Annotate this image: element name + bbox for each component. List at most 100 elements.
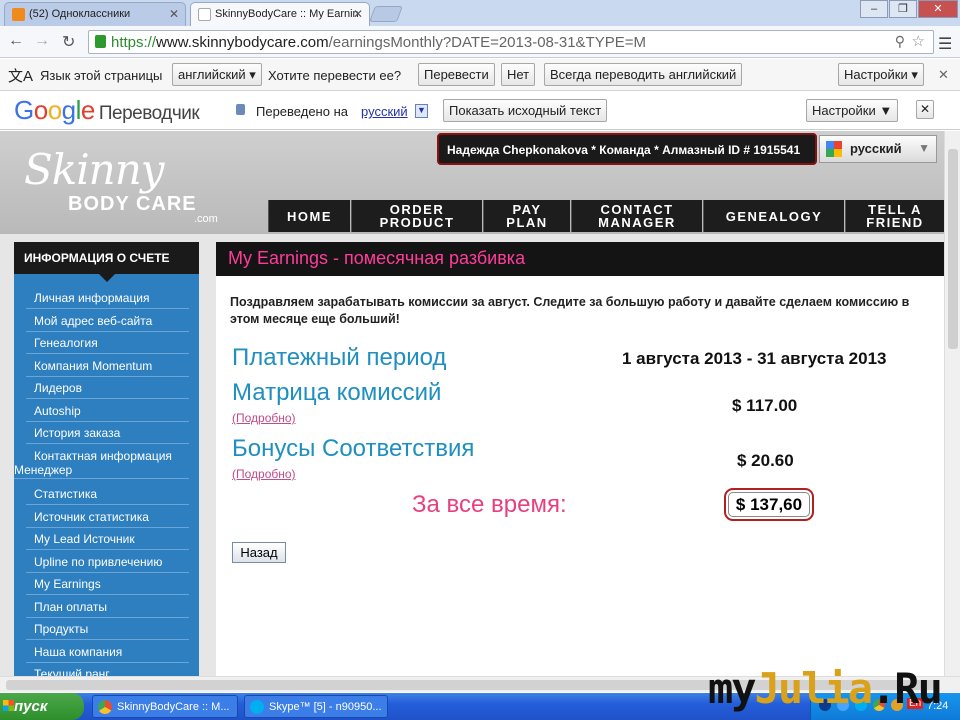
close-translate-bar-button[interactable]: ✕: [916, 100, 935, 119]
chevron-down-icon: ▼: [918, 141, 930, 155]
tab-skinnybodycare[interactable]: SkinnyBodyCare :: My Earnin ✕: [190, 2, 370, 26]
total-value: $ 137,60: [724, 488, 814, 521]
period-value: 1 августа 2013 - 31 августа 2013: [622, 349, 887, 368]
chevron-down-icon[interactable]: ▼: [415, 104, 428, 118]
skinnybodycare-logo[interactable]: Skinny BODY CARE .com: [24, 145, 218, 225]
sidebar-item-source-statistics[interactable]: Источник статистика: [26, 506, 189, 528]
google-logo: Google: [14, 95, 95, 125]
back-button[interactable]: Назад: [232, 542, 286, 563]
address-bar[interactable]: https://www.skinnybodycare.com/earningsM…: [88, 30, 934, 54]
taskbar-item-browser[interactable]: SkinnyBodyCare :: M...: [92, 695, 238, 718]
url-path: /earningsMonthly?DATE=2013-08-31&TYPE=M: [328, 34, 646, 51]
tab-label: (52) Одноклассники: [29, 8, 131, 20]
sidebar-item-products[interactable]: Продукты: [26, 618, 189, 640]
new-tab-button[interactable]: [369, 6, 403, 22]
start-button[interactable]: пуск: [0, 693, 84, 720]
tab-odnoklassniki[interactable]: (52) Одноклассники ✕: [4, 2, 186, 26]
sidebar-item-genealogy[interactable]: Генеалогия: [26, 332, 189, 354]
translate-settings-button[interactable]: Настройки ▾: [838, 63, 924, 86]
earnings-panel: My Earnings - помесячная разбивка Поздра…: [216, 242, 944, 676]
translate-product: Переводчик: [98, 103, 200, 124]
matrix-details-link[interactable]: (Подробно): [232, 411, 296, 425]
always-translate-button[interactable]: Всегда переводить английский: [544, 63, 743, 86]
windows-logo-icon: [3, 700, 14, 711]
url-scheme: https://: [111, 34, 157, 51]
main-nav: HOME ORDER PRODUCT PAY PLAN CONTACT MANAGER…: [268, 200, 944, 232]
translate-question: Язык этой страницы: [40, 68, 163, 83]
sidebar-item-contact-manager[interactable]: Контактная информация Менеджер: [14, 445, 189, 479]
show-original-button[interactable]: Показать исходный текст: [443, 99, 608, 122]
site-header: Skinny BODY CARE .com Надежда Chepkonako…: [0, 131, 944, 234]
google-translate-logo: Google Переводчик: [14, 95, 200, 126]
translate-infobar: 文A Язык этой страницы английский ▾ Хотит…: [0, 59, 960, 91]
maximize-button[interactable]: ❐: [889, 0, 917, 18]
lock-icon: [236, 104, 245, 115]
url-host: www.skinnybodycare.com: [156, 34, 329, 51]
translated-to-label: Переведено на: [256, 104, 348, 119]
bookmark-star-icon[interactable]: ☆: [912, 32, 925, 50]
nav-genealogy[interactable]: GENEALOGY: [703, 200, 844, 232]
matrix-label: Матрица комиссий: [232, 379, 442, 406]
browser-tab-bar: (52) Одноклассники ✕ SkinnyBodyCare :: M…: [0, 0, 960, 26]
close-tab-icon[interactable]: ✕: [353, 7, 363, 21]
nav-tell-a-friend[interactable]: TELL A FRIEND: [845, 200, 944, 232]
matrix-value: $ 117.00: [732, 396, 798, 415]
page-title: My Earnings - помесячная разбивка: [216, 242, 944, 276]
sidebar-item-leaders[interactable]: Лидеров: [26, 377, 189, 399]
language-select[interactable]: русский ▼: [819, 135, 937, 163]
browser-toolbar: ← → ↻ https://www.skinnybodycare.com/ear…: [0, 26, 960, 58]
total-label: За все время:: [412, 491, 567, 518]
translate-icon: 文A: [8, 68, 34, 85]
account-sidebar: ИНФОРМАЦИЯ О СЧЕТЕ Личная информация Мой…: [14, 242, 199, 685]
user-info-banner: Надежда Chepkonakova * Команда * Алмазны…: [437, 133, 817, 165]
watermark: myJulia.Ru: [708, 664, 943, 713]
sidebar-item-our-company[interactable]: Наша компания: [26, 641, 189, 663]
nav-pay-plan[interactable]: PAY PLAN: [483, 200, 570, 232]
bonus-details-link[interactable]: (Подробно): [232, 467, 296, 481]
close-infobar-icon[interactable]: ✕: [938, 67, 949, 83]
back-arrow-icon[interactable]: ←: [8, 32, 24, 50]
sidebar-item-statistics[interactable]: Статистика: [26, 483, 189, 505]
tab-label: SkinnyBodyCare :: My Earnin: [215, 8, 359, 20]
congrats-message: Поздравляем зарабатывать комиссии за авг…: [230, 295, 910, 326]
sidebar-item-momentum[interactable]: Компания Momentum: [26, 355, 189, 377]
odnoklassniki-icon: [12, 8, 25, 21]
gt-settings-button[interactable]: Настройки ▼: [806, 99, 899, 122]
chrome-icon: [98, 700, 112, 714]
reload-icon[interactable]: ↻: [62, 32, 75, 52]
google-icon: [826, 141, 842, 157]
page-icon: [198, 8, 211, 21]
sidebar-item-order-history[interactable]: История заказа: [26, 422, 189, 444]
sidebar-item-upline[interactable]: Upline по привлечению: [26, 551, 189, 573]
sidebar-item-website-address[interactable]: Мой адрес веб-сайта: [26, 310, 189, 332]
nav-contact-manager[interactable]: CONTACT MANAGER: [571, 200, 702, 232]
skype-icon: [250, 700, 264, 714]
target-language-link[interactable]: русский: [361, 104, 408, 119]
sidebar-item-autoship[interactable]: Autoship: [26, 400, 189, 422]
sidebar-item-lead-source[interactable]: My Lead Источник: [26, 528, 189, 550]
sidebar-item-personal-info[interactable]: Личная информация: [26, 287, 189, 309]
bonus-value: $ 20.60: [737, 451, 794, 470]
translate-button[interactable]: Перевести: [418, 63, 495, 86]
source-language-select[interactable]: английский ▾: [172, 63, 262, 86]
sidebar-item-pay-plan[interactable]: План оплаты: [26, 596, 189, 618]
sidebar-title: ИНФОРМАЦИЯ О СЧЕТЕ: [14, 242, 199, 282]
close-window-button[interactable]: ✕: [918, 0, 958, 18]
nav-home[interactable]: HOME: [268, 200, 350, 232]
translate-prompt: Хотите перевести ее?: [268, 68, 402, 83]
page-content: Skinny BODY CARE .com Надежда Chepkonako…: [0, 131, 944, 685]
google-translate-bar: Google Переводчик Переведено на русский ▼…: [0, 92, 960, 130]
bonus-label: Бонусы Соответствия: [232, 435, 475, 462]
menu-icon[interactable]: ☰: [938, 34, 952, 54]
minimize-button[interactable]: –: [860, 0, 888, 18]
nav-order-product[interactable]: ORDER PRODUCT: [351, 200, 482, 232]
forward-arrow-icon[interactable]: →: [34, 32, 50, 50]
scroll-thumb[interactable]: [948, 149, 958, 349]
vertical-scrollbar[interactable]: [944, 131, 960, 676]
sidebar-item-my-earnings[interactable]: My Earnings: [26, 573, 189, 595]
close-tab-icon[interactable]: ✕: [169, 7, 179, 21]
lock-icon: [95, 35, 106, 48]
no-button[interactable]: Нет: [501, 63, 536, 86]
taskbar-item-skype[interactable]: Skype™ [5] - n90950...: [244, 695, 388, 718]
zoom-icon[interactable]: ⚲: [895, 33, 905, 50]
